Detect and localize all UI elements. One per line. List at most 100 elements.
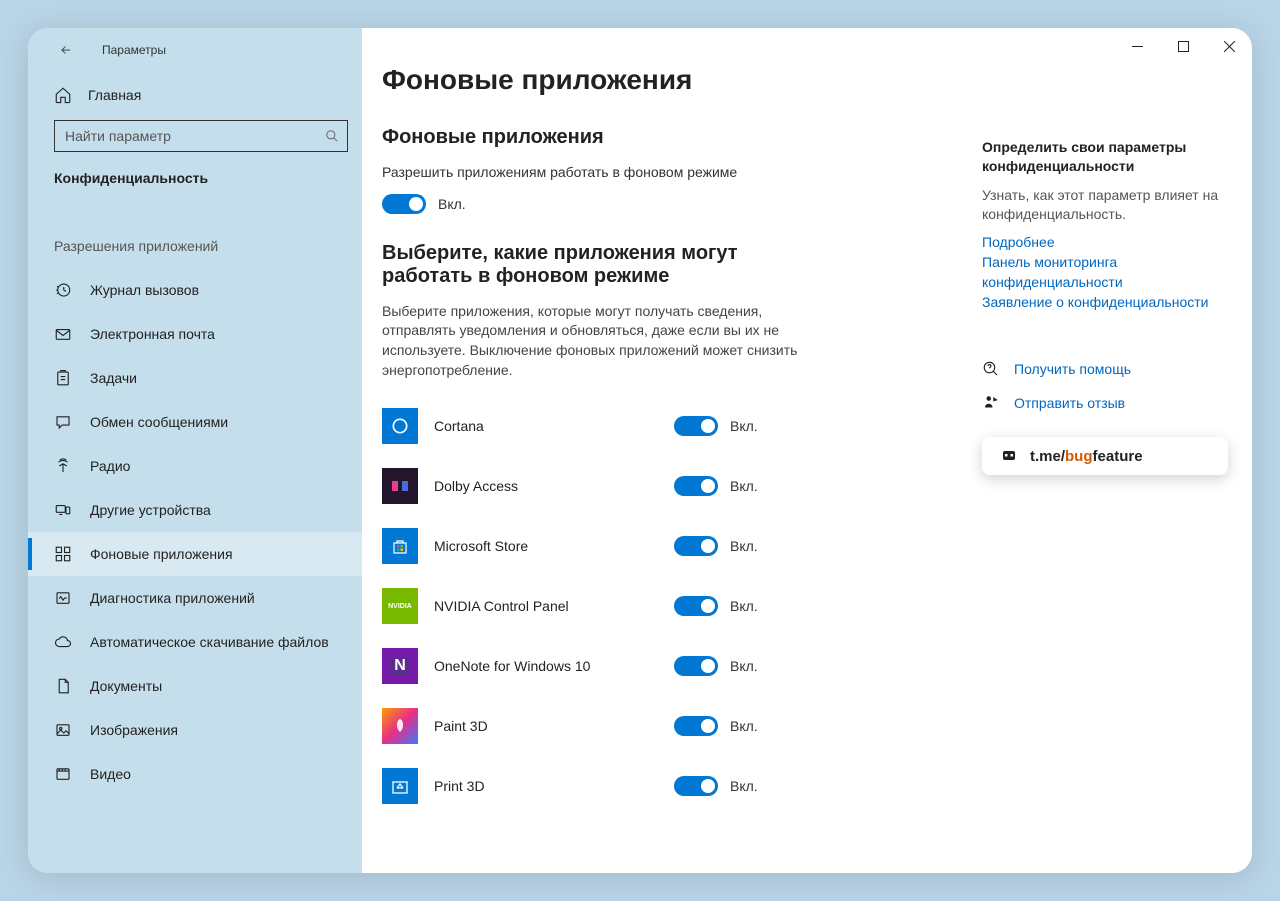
nav-label: Электронная почта — [90, 326, 215, 342]
allow-toggle[interactable] — [382, 194, 426, 214]
sidebar-item-other-devices[interactable]: Другие устройства — [28, 488, 362, 532]
app-name: OneNote for Windows 10 — [434, 658, 674, 674]
app-toggle[interactable] — [674, 416, 718, 436]
sidebar: Параметры Главная Конфиденциальность Раз… — [28, 28, 362, 873]
help-link[interactable]: Получить помощь — [1014, 359, 1131, 379]
nav-label: Изображения — [90, 722, 178, 738]
nav-label: Фоновые приложения — [90, 546, 233, 562]
get-help[interactable]: Получить помощь — [982, 359, 1228, 379]
app-row-print3d: Print 3D Вкл. — [382, 756, 962, 816]
nav-label: Видео — [90, 766, 131, 782]
sidebar-item-messaging[interactable]: Обмен сообщениями — [28, 400, 362, 444]
nav-label: Обмен сообщениями — [90, 414, 228, 430]
app-row-nvidia: NVIDIA NVIDIA Control Panel Вкл. — [382, 576, 962, 636]
app-toggle[interactable] — [674, 776, 718, 796]
search-box[interactable] — [54, 120, 348, 152]
allow-toggle-state: Вкл. — [438, 196, 466, 212]
app-title: Параметры — [102, 43, 166, 57]
app-row-onenote: N OneNote for Windows 10 Вкл. — [382, 636, 962, 696]
nav-label: Автоматическое скачивание файлов — [90, 634, 329, 650]
feedback-link[interactable]: Отправить отзыв — [1014, 393, 1125, 413]
maximize-button[interactable] — [1160, 28, 1206, 64]
link-dashboard[interactable]: Панель мониторинга конфиденциальности — [982, 252, 1228, 293]
back-button[interactable] — [58, 42, 74, 58]
sidebar-item-radio[interactable]: Радио — [28, 444, 362, 488]
nav-label: Документы — [90, 678, 162, 694]
app-toggle[interactable] — [674, 536, 718, 556]
cloud-icon — [54, 633, 72, 651]
home-label: Главная — [88, 87, 141, 103]
app-toggle[interactable] — [674, 596, 718, 616]
app-toggle[interactable] — [674, 656, 718, 676]
send-feedback[interactable]: Отправить отзыв — [982, 393, 1228, 413]
paint3d-icon — [382, 708, 418, 744]
sidebar-item-documents[interactable]: Документы — [28, 664, 362, 708]
sidebar-item-tasks[interactable]: Задачи — [28, 356, 362, 400]
app-toggle-state: Вкл. — [730, 478, 758, 494]
devices-icon — [54, 501, 72, 519]
app-toggle-state: Вкл. — [730, 598, 758, 614]
video-icon — [54, 765, 72, 783]
tasks-icon — [54, 369, 72, 387]
close-button[interactable] — [1206, 28, 1252, 64]
app-row-msstore: Microsoft Store Вкл. — [382, 516, 962, 576]
link-more[interactable]: Подробнее — [982, 232, 1228, 252]
sidebar-item-pictures[interactable]: Изображения — [28, 708, 362, 752]
link-privacy-statement[interactable]: Заявление о конфиденциальности — [982, 292, 1228, 312]
nav-label: Радио — [90, 458, 130, 474]
pictures-icon — [54, 721, 72, 739]
email-icon — [54, 325, 72, 343]
home-icon — [54, 86, 72, 104]
app-toggle-state: Вкл. — [730, 778, 758, 794]
app-row-cortana: Cortana Вкл. — [382, 396, 962, 456]
info-heading: Определить свои параметры конфиденциальн… — [982, 138, 1228, 176]
settings-window: Параметры Главная Конфиденциальность Раз… — [28, 28, 1252, 873]
info-body: Узнать, как этот параметр влияет на конф… — [982, 186, 1228, 224]
app-name: Dolby Access — [434, 478, 674, 494]
app-toggle-state: Вкл. — [730, 538, 758, 554]
app-row-dolby: Dolby Access Вкл. — [382, 456, 962, 516]
search-input[interactable] — [65, 128, 325, 144]
minimize-button[interactable] — [1114, 28, 1160, 64]
feedback-icon — [982, 394, 1000, 412]
section-title-2: Выберите, какие приложения могут работат… — [382, 242, 802, 288]
print3d-icon — [382, 768, 418, 804]
main-area: Фоновые приложения Фоновые приложения Ра… — [362, 28, 1252, 873]
bot-icon — [998, 447, 1020, 465]
app-toggle[interactable] — [674, 716, 718, 736]
nvidia-icon: NVIDIA — [382, 588, 418, 624]
category-label: Конфиденциальность — [28, 164, 362, 198]
sidebar-item-videos[interactable]: Видео — [28, 752, 362, 796]
allow-toggle-row: Вкл. — [382, 194, 962, 214]
messaging-icon — [54, 413, 72, 431]
app-name: Paint 3D — [434, 718, 674, 734]
content-area: Фоновые приложения Фоновые приложения Ра… — [362, 28, 982, 873]
app-name: NVIDIA Control Panel — [434, 598, 674, 614]
page-title: Фоновые приложения — [382, 64, 962, 96]
document-icon — [54, 677, 72, 695]
sidebar-item-app-diagnostics[interactable]: Диагностика приложений — [28, 576, 362, 620]
section-title-1: Фоновые приложения — [382, 126, 962, 149]
msstore-icon — [382, 528, 418, 564]
nav-label: Журнал вызовов — [90, 282, 199, 298]
nav-label: Задачи — [90, 370, 137, 386]
watermark-badge: t.me/bugfeature — [982, 437, 1228, 475]
cortana-icon — [382, 408, 418, 444]
sidebar-item-background-apps[interactable]: Фоновые приложения — [28, 532, 362, 576]
app-name: Cortana — [434, 418, 674, 434]
dolby-icon — [382, 468, 418, 504]
sidebar-item-call-history[interactable]: Журнал вызовов — [28, 268, 362, 312]
sidebar-item-email[interactable]: Электронная почта — [28, 312, 362, 356]
home-nav[interactable]: Главная — [28, 76, 362, 116]
app-name: Print 3D — [434, 778, 674, 794]
section-2-description: Выберите приложения, которые могут получ… — [382, 302, 812, 380]
diagnostics-icon — [54, 589, 72, 607]
sidebar-item-auto-downloads[interactable]: Автоматическое скачивание файлов — [28, 620, 362, 664]
app-toggle[interactable] — [674, 476, 718, 496]
app-toggle-state: Вкл. — [730, 718, 758, 734]
background-apps-icon — [54, 545, 72, 563]
app-name: Microsoft Store — [434, 538, 674, 554]
allow-description: Разрешить приложениям работать в фоновом… — [382, 163, 962, 182]
titlebar-left: Параметры — [28, 42, 362, 76]
window-controls — [1114, 28, 1252, 64]
